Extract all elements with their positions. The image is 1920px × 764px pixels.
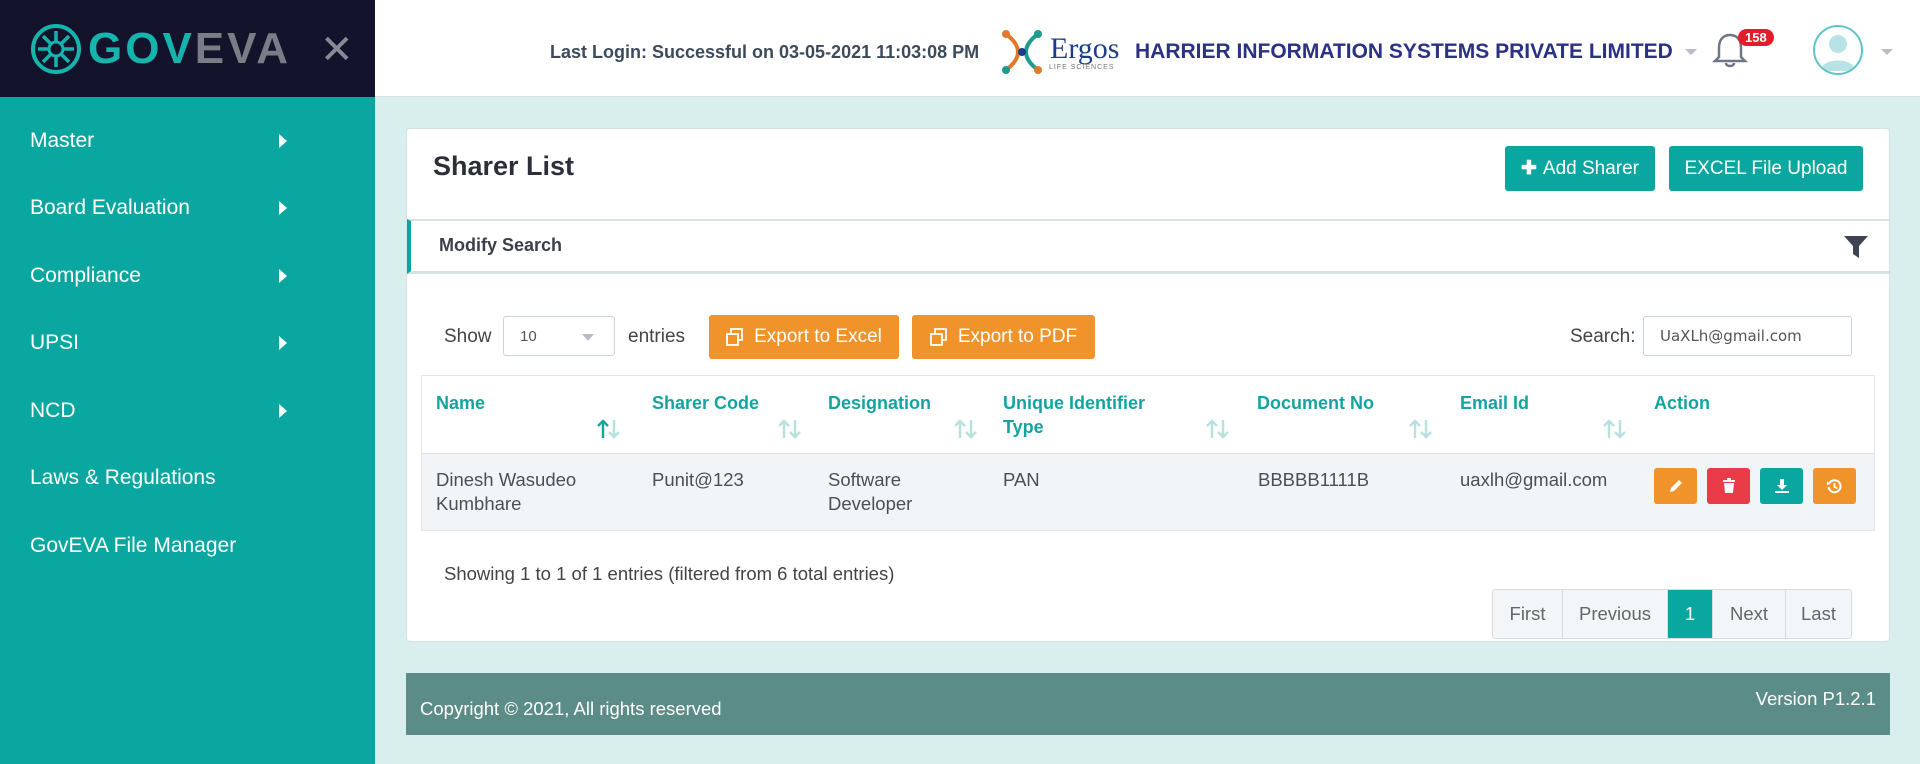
- brand-name: GOVEVA: [88, 23, 292, 73]
- caret-right-icon: [279, 201, 287, 216]
- pagination-previous[interactable]: Previous: [1563, 590, 1668, 638]
- column-header-name[interactable]: Name: [436, 391, 485, 415]
- pagination: First Previous 1 Next Last: [1492, 589, 1852, 639]
- add-sharer-button[interactable]: ✚ Add Sharer: [1505, 146, 1655, 191]
- company-selector[interactable]: HARRIER INFORMATION SYSTEMS PRIVATE LIMI…: [1135, 40, 1697, 64]
- export-excel-button[interactable]: Export to Excel: [709, 315, 899, 359]
- caret-right-icon: [279, 403, 287, 418]
- download-button[interactable]: [1760, 468, 1803, 504]
- plus-icon: ✚: [1520, 158, 1537, 179]
- notification-badge: 158: [1738, 29, 1774, 46]
- column-header-email[interactable]: Email Id: [1460, 391, 1529, 415]
- copy-icon: [726, 328, 744, 346]
- chevron-down-icon: [582, 334, 594, 341]
- page-size-value: 10: [520, 327, 537, 345]
- caret-right-icon: [279, 268, 287, 283]
- search-label: Search:: [1570, 326, 1636, 347]
- sidebar-item-file-manager[interactable]: GovEVA File Manager: [0, 512, 375, 580]
- top-bar: Last Login: Successful on 03-05-2021 11:…: [375, 0, 1920, 97]
- goveva-logo-icon: [31, 23, 81, 74]
- column-header-action: Action: [1654, 393, 1710, 413]
- pagination-next[interactable]: Next: [1713, 590, 1786, 638]
- sidebar-item-label: GovEVA File Manager: [30, 533, 237, 557]
- cell-document-no: BBBBB1111B: [1258, 469, 1370, 490]
- user-avatar-icon[interactable]: [1813, 25, 1863, 75]
- show-label: Show: [444, 326, 492, 347]
- modify-search-label: Modify Search: [439, 235, 563, 255]
- sharer-table: Name Sharer Code Designation Unique Iden…: [421, 375, 1875, 531]
- sharer-list-card: Sharer List ✚ Add Sharer EXCEL File Uploa…: [406, 128, 1891, 642]
- version-text: Version P1.2.1: [1755, 688, 1876, 709]
- sidebar-item-label: NCD: [30, 398, 76, 422]
- cell-designation: Software Developer: [828, 469, 913, 514]
- sidebar-item-laws-regulations[interactable]: Laws & Regulations: [0, 445, 375, 513]
- ergos-logo-text: Ergos LIFE SCIENCES: [1048, 31, 1120, 71]
- copyright-text: Copyright © 2021, All rights reserved: [420, 698, 722, 719]
- sidebar-item-label: UPSI: [30, 331, 80, 355]
- export-pdf-button[interactable]: Export to PDF: [912, 315, 1095, 359]
- sidebar-item-label: Master: [30, 128, 95, 152]
- entries-label: entries: [628, 326, 686, 347]
- last-login-text: Last Login: Successful on 03-05-2021 11:…: [550, 42, 980, 62]
- chevron-down-icon: [1684, 49, 1697, 55]
- column-header-designation[interactable]: Designation: [828, 391, 931, 415]
- company-name: HARRIER INFORMATION SYSTEMS PRIVATE LIMI…: [1135, 40, 1673, 63]
- download-icon: [1774, 479, 1789, 493]
- company-logo: Ergos LIFE SCIENCES: [1000, 22, 1120, 82]
- edit-button[interactable]: [1654, 468, 1697, 504]
- sort-icon[interactable]: [1407, 418, 1437, 440]
- modify-search-bar[interactable]: Modify Search: [407, 219, 1891, 274]
- footer: Copyright © 2021, All rights reserved Ve…: [406, 673, 1890, 735]
- trash-icon: [1722, 478, 1735, 493]
- caret-right-icon: [279, 133, 287, 148]
- sidebar: GOVEVA ✕ Master Board Evaluation Complia…: [0, 0, 375, 764]
- pencil-icon: [1669, 480, 1682, 492]
- caret-right-icon: [279, 336, 287, 351]
- sort-icon[interactable]: [952, 418, 982, 440]
- ergos-logo-icon: [1002, 30, 1042, 74]
- copy-icon: [929, 328, 947, 346]
- chevron-down-icon[interactable]: [1881, 49, 1893, 55]
- pagination-first[interactable]: First: [1493, 590, 1563, 638]
- history-icon: [1826, 478, 1842, 493]
- table-row: Dinesh Wasudeo Kumbhare Punit@123 Softwar…: [422, 454, 1874, 530]
- page-size-select[interactable]: 10: [503, 316, 615, 356]
- filter-icon[interactable]: [1843, 235, 1869, 259]
- sort-icon[interactable]: [1601, 418, 1631, 440]
- close-icon[interactable]: ✕: [320, 30, 354, 70]
- search-input[interactable]: [1643, 316, 1852, 356]
- cell-uid-type: PAN: [1003, 469, 1040, 490]
- cell-name: Dinesh Wasudeo Kumbhare: [436, 469, 577, 514]
- sidebar-item-master[interactable]: Master: [0, 107, 375, 175]
- column-header-uid-type[interactable]: Unique Identifier Type: [1003, 391, 1145, 439]
- sort-icon[interactable]: [776, 418, 806, 440]
- sidebar-item-label: Board Evaluation: [30, 196, 190, 220]
- sort-asc-icon[interactable]: [595, 418, 625, 440]
- cell-sharer-code: Punit@123: [652, 469, 744, 490]
- sidebar-item-upsi[interactable]: UPSI: [0, 310, 375, 378]
- delete-button[interactable]: [1707, 468, 1750, 504]
- cell-email: uaxlh@gmail.com: [1460, 469, 1608, 490]
- pagination-page-1[interactable]: 1: [1668, 590, 1713, 638]
- history-button[interactable]: [1813, 468, 1856, 504]
- sidebar-item-label: Compliance: [30, 263, 141, 287]
- sidebar-item-board-evaluation[interactable]: Board Evaluation: [0, 175, 375, 243]
- sidebar-item-ncd[interactable]: NCD: [0, 377, 375, 445]
- sidebar-menu: Master Board Evaluation Compliance UPSI …: [0, 97, 375, 580]
- column-header-document-no[interactable]: Document No: [1257, 391, 1374, 415]
- pagination-last[interactable]: Last: [1786, 590, 1851, 638]
- sidebar-item-compliance[interactable]: Compliance: [0, 242, 375, 310]
- sort-icon[interactable]: [1204, 418, 1234, 440]
- column-header-sharer-code[interactable]: Sharer Code: [652, 391, 759, 415]
- brand-bar: GOVEVA ✕: [0, 0, 375, 97]
- sidebar-item-label: Laws & Regulations: [30, 466, 216, 490]
- excel-upload-button[interactable]: EXCEL File Upload: [1669, 146, 1863, 191]
- page-title: Sharer List: [433, 151, 575, 181]
- table-header: Name Sharer Code Designation Unique Iden…: [422, 376, 1874, 454]
- table-info: Showing 1 to 1 of 1 entries (filtered fr…: [444, 563, 895, 584]
